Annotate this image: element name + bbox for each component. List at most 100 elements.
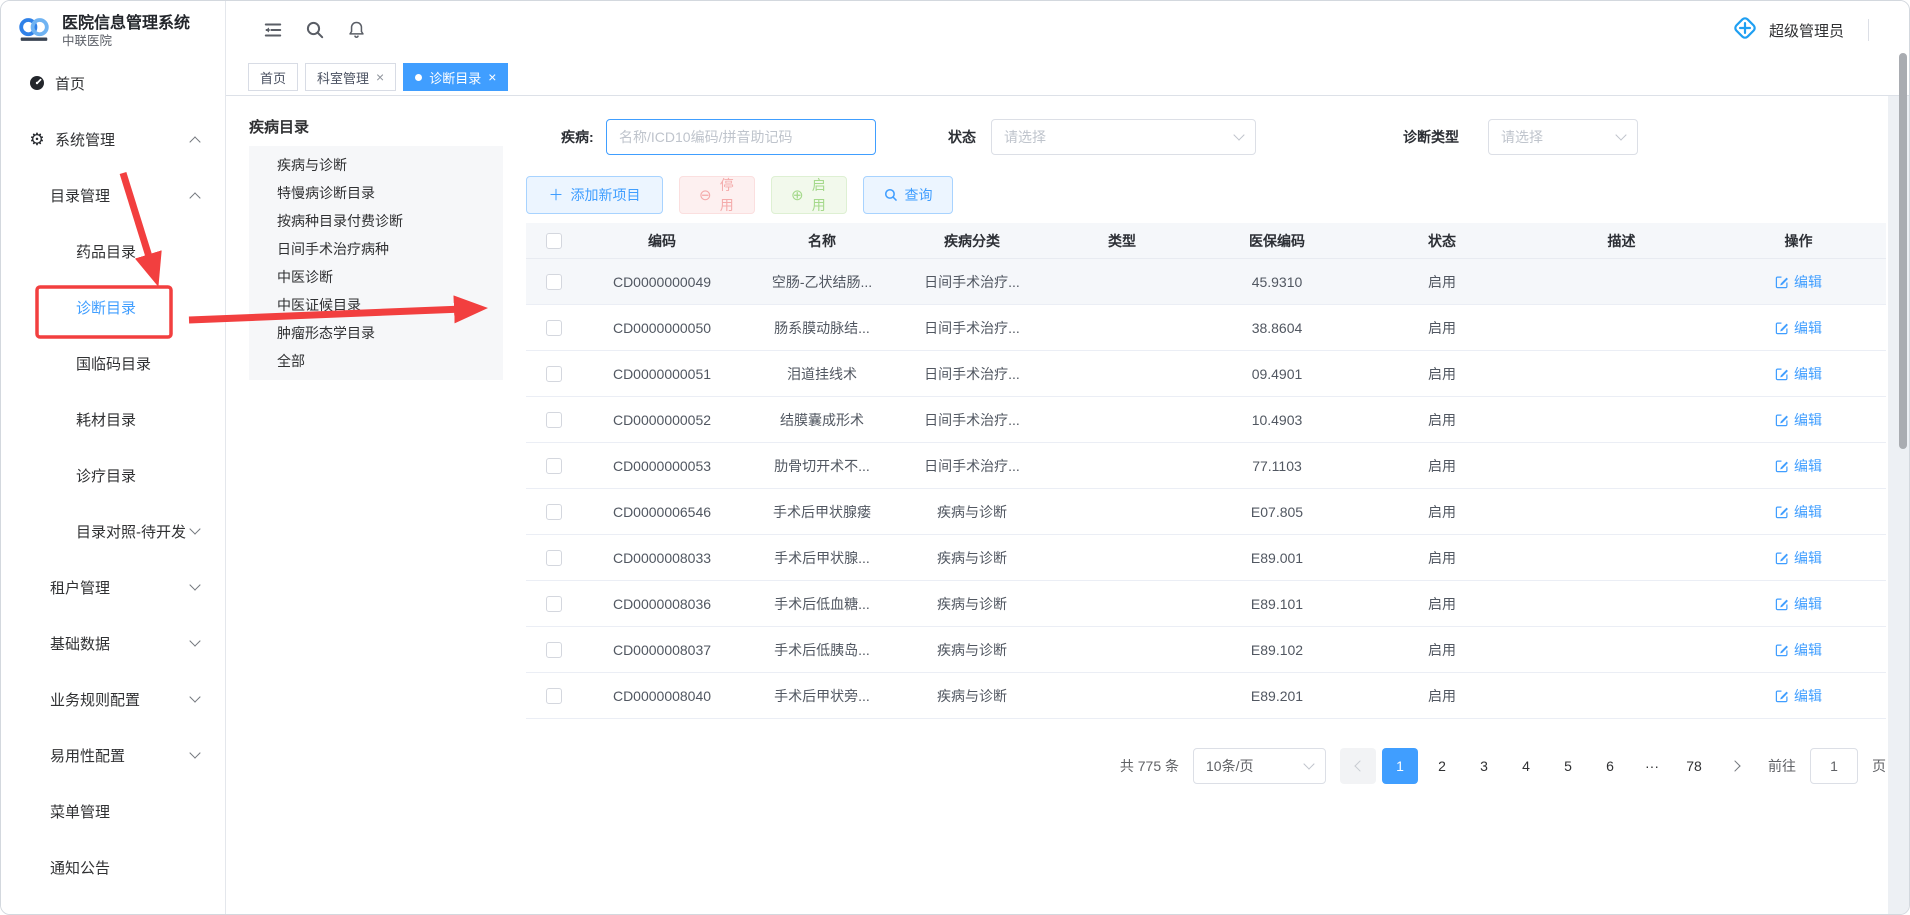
- close-icon[interactable]: ×: [376, 70, 384, 84]
- add-item-button[interactable]: ＋ 添加新项目: [526, 176, 663, 214]
- catalog-item[interactable]: 中医证候目录: [249, 291, 503, 319]
- page-button[interactable]: 4: [1508, 748, 1544, 784]
- edit-button[interactable]: 编辑: [1775, 364, 1822, 384]
- table-header-row: 编码名称疾病分类类型医保编码状态描述操作: [526, 223, 1886, 259]
- page-size-select[interactable]: 10条/页: [1193, 748, 1326, 784]
- sidebar-item-drug-catalog[interactable]: 药品目录: [1, 223, 225, 279]
- row-checkbox[interactable]: [546, 642, 562, 658]
- catalog-item[interactable]: 日间手术治疗病种: [249, 235, 503, 263]
- catalog-item[interactable]: 中医诊断: [249, 263, 503, 291]
- table-row[interactable]: CD0000008033手术后甲状腺...疾病与诊断E89.001启用编辑: [526, 535, 1886, 581]
- row-select-cell: [526, 687, 582, 704]
- row-checkbox[interactable]: [546, 366, 562, 382]
- catalog-item[interactable]: 特慢病诊断目录: [249, 179, 503, 207]
- page-button[interactable]: 3: [1466, 748, 1502, 784]
- tab-department-management[interactable]: 科室管理×: [305, 63, 396, 91]
- table-cell-code: CD0000008037: [582, 642, 742, 658]
- row-checkbox[interactable]: [546, 458, 562, 474]
- disable-button[interactable]: ⊖ 停用: [679, 176, 755, 214]
- table-row[interactable]: CD0000000051泪道挂线术日间手术治疗...09.4901启用编辑: [526, 351, 1886, 397]
- page-button[interactable]: 2: [1424, 748, 1460, 784]
- next-page-button[interactable]: [1718, 748, 1754, 784]
- diagnosis-type-select[interactable]: 请选择: [1488, 119, 1638, 155]
- query-button[interactable]: 查询: [863, 176, 953, 214]
- bell-icon[interactable]: [347, 20, 366, 40]
- disease-search-input[interactable]: [606, 119, 876, 155]
- page-button[interactable]: 1: [1382, 748, 1418, 784]
- catalog-item[interactable]: 按病种目录付费诊断: [249, 207, 503, 235]
- table-row[interactable]: CD0000008040手术后甲状旁...疾病与诊断E89.201启用编辑: [526, 673, 1886, 719]
- tab-home[interactable]: 首页: [248, 63, 298, 91]
- row-checkbox[interactable]: [546, 274, 562, 290]
- table-cell-status: 启用: [1352, 502, 1532, 522]
- catalog-item[interactable]: 疾病与诊断: [249, 151, 503, 179]
- filter-row: 疾病: 状态 请选择 诊断类型 请选择: [526, 119, 1886, 155]
- goto-page-input[interactable]: [1810, 748, 1858, 784]
- row-checkbox[interactable]: [546, 688, 562, 704]
- select-all-checkbox[interactable]: [546, 233, 562, 249]
- table-row[interactable]: CD0000000053肋骨切开术不...日间手术治疗...77.1103启用编…: [526, 443, 1886, 489]
- edit-button[interactable]: 编辑: [1775, 272, 1822, 292]
- page-button[interactable]: 5: [1550, 748, 1586, 784]
- previous-page-button[interactable]: [1340, 748, 1376, 784]
- sidebar-item-notice[interactable]: 通知公告: [1, 839, 225, 895]
- row-checkbox[interactable]: [546, 320, 562, 336]
- edit-button[interactable]: 编辑: [1775, 686, 1822, 706]
- edit-button[interactable]: 编辑: [1775, 502, 1822, 522]
- enable-button[interactable]: ⊕ 启用: [771, 176, 847, 214]
- status-select[interactable]: 请选择: [991, 119, 1256, 155]
- catalog-item[interactable]: 肿瘤形态学目录: [249, 319, 503, 347]
- row-checkbox[interactable]: [546, 596, 562, 612]
- tab-diagnosis-catalog[interactable]: 诊断目录×: [403, 63, 508, 91]
- edit-button[interactable]: 编辑: [1775, 640, 1822, 660]
- table-row[interactable]: CD0000000052结膜囊成形术日间手术治疗...10.4903启用编辑: [526, 397, 1886, 443]
- sidebar-item-national-code-catalog[interactable]: 国临码目录: [1, 335, 225, 391]
- table-cell-insurance_code: 10.4903: [1202, 412, 1352, 428]
- edit-button[interactable]: 编辑: [1775, 456, 1822, 476]
- row-select-cell: [526, 595, 582, 612]
- table-header-cell: 疾病分类: [902, 231, 1042, 251]
- sidebar-item-tenant-management[interactable]: 租户管理: [1, 559, 225, 615]
- table-cell-insurance_code: 77.1103: [1202, 458, 1352, 474]
- sidebar-item-system-management[interactable]: ⚙系统管理: [1, 111, 225, 167]
- sidebar-item-catalog-mapping-todo[interactable]: 目录对照-待开发: [1, 503, 225, 559]
- medical-cross-avatar-icon[interactable]: [1731, 14, 1759, 47]
- page-button[interactable]: 78: [1676, 748, 1712, 784]
- table-cell-actions: 编辑: [1711, 456, 1886, 476]
- sidebar-item-treatment-catalog[interactable]: 诊疗目录: [1, 447, 225, 503]
- edit-button[interactable]: 编辑: [1775, 318, 1822, 338]
- sidebar-item-diagnosis-catalog[interactable]: 诊断目录: [1, 279, 225, 335]
- sidebar-item-consumable-catalog[interactable]: 耗材目录: [1, 391, 225, 447]
- page-button[interactable]: 6: [1592, 748, 1628, 784]
- collapse-menu-icon[interactable]: [263, 20, 283, 40]
- row-checkbox[interactable]: [546, 412, 562, 428]
- logo-row: 医院信息管理系统 中联医院: [1, 1, 225, 53]
- table-cell-name: 肠系膜动脉结...: [742, 318, 902, 338]
- vertical-scrollbar[interactable]: [1899, 53, 1907, 449]
- edit-button[interactable]: 编辑: [1775, 594, 1822, 614]
- close-icon[interactable]: ×: [488, 70, 496, 84]
- table-row[interactable]: CD0000006546手术后甲状腺瘘疾病与诊断E07.805启用编辑: [526, 489, 1886, 535]
- row-checkbox[interactable]: [546, 550, 562, 566]
- table-cell-status: 启用: [1352, 272, 1532, 292]
- sidebar-item-catalog-management[interactable]: 目录管理: [1, 167, 225, 223]
- table-cell-code: CD0000000051: [582, 366, 742, 382]
- sidebar-item-menu-management[interactable]: 菜单管理: [1, 783, 225, 839]
- table-row[interactable]: CD0000000049空肠-乙状结肠...日间手术治疗...45.9310启用…: [526, 259, 1886, 305]
- table-cell-actions: 编辑: [1711, 364, 1886, 384]
- table-row[interactable]: CD0000008036手术后低血糖...疾病与诊断E89.101启用编辑: [526, 581, 1886, 627]
- table-row[interactable]: CD0000000050肠系膜动脉结...日间手术治疗...38.8604启用编…: [526, 305, 1886, 351]
- table-row[interactable]: CD0000008037手术后低胰岛...疾病与诊断E89.102启用编辑: [526, 627, 1886, 673]
- header-select-all-cell: [526, 232, 582, 249]
- row-checkbox[interactable]: [546, 504, 562, 520]
- edit-button[interactable]: 编辑: [1775, 548, 1822, 568]
- sidebar-item-home[interactable]: 首页: [1, 55, 225, 111]
- edit-button[interactable]: 编辑: [1775, 410, 1822, 430]
- search-icon[interactable]: [305, 20, 325, 40]
- sidebar-item-business-rules-config[interactable]: 业务规则配置: [1, 671, 225, 727]
- current-user[interactable]: 超级管理员: [1769, 20, 1844, 41]
- catalog-item[interactable]: 全部: [249, 347, 503, 375]
- sidebar-item-basic-data[interactable]: 基础数据: [1, 615, 225, 671]
- row-select-cell: [526, 273, 582, 290]
- sidebar-item-usability-config[interactable]: 易用性配置: [1, 727, 225, 783]
